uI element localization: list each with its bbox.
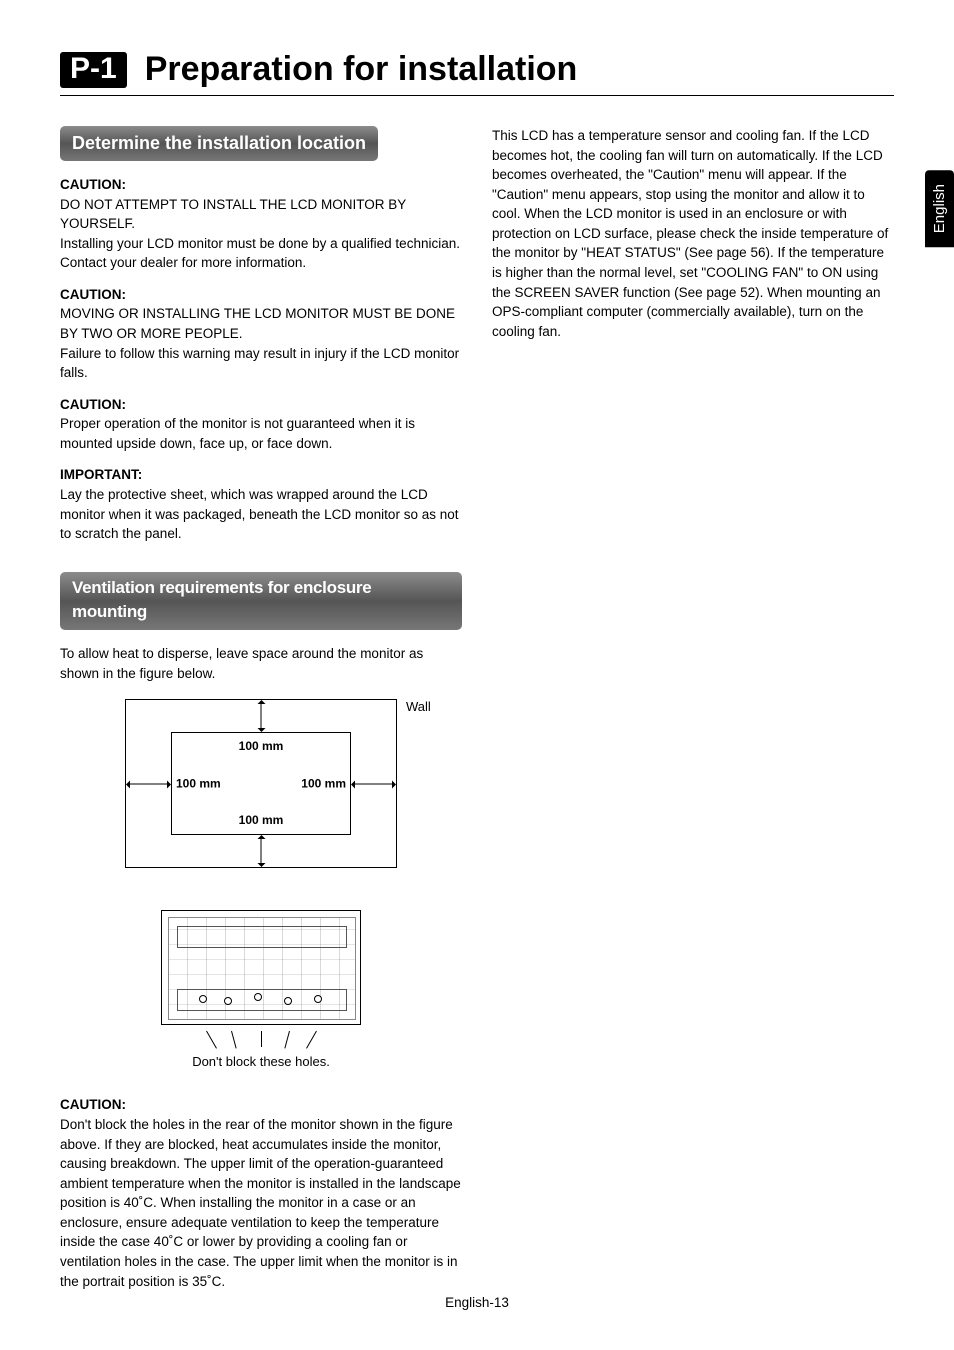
caution-text: Don't block the holes in the rear of the… (60, 1115, 462, 1291)
section2-intro: To allow heat to disperse, leave space a… (60, 644, 462, 683)
dimension-arrow-icon (352, 783, 395, 784)
left-column: Determine the installation location CAUT… (60, 126, 462, 1303)
caution-text: DO NOT ATTEMPT TO INSTALL THE LCD MONITO… (60, 195, 462, 234)
section-heading-2: Ventilation requirements for enclosure m… (60, 572, 462, 630)
clearance-box: Wall 100 mm 100 mm 100 mm 100 mm (125, 699, 397, 868)
caution-label: CAUTION: (60, 285, 462, 305)
chapter-title: Preparation for installation (145, 50, 578, 89)
chapter-code: P-1 (60, 52, 127, 88)
chapter-header: P-1 Preparation for installation (60, 50, 894, 96)
caution-block-2: CAUTION: MOVING OR INSTALLING THE LCD MO… (60, 285, 462, 383)
caution-block-3: CAUTION: Proper operation of the monitor… (60, 395, 462, 454)
language-tab: English (925, 170, 954, 247)
wall-label: Wall (406, 698, 431, 717)
page-footer: English-13 (0, 1295, 954, 1310)
important-block: IMPORTANT: Lay the protective sheet, whi… (60, 465, 462, 543)
important-label: IMPORTANT: (60, 465, 462, 485)
temperature-info-text: This LCD has a temperature sensor and co… (492, 126, 894, 341)
page: English P-1 Preparation for installation… (0, 0, 954, 1350)
pointer-lines (161, 1031, 361, 1053)
section-heading-1: Determine the installation location (60, 126, 378, 161)
dimension-arrow-icon (261, 836, 262, 866)
dimension-top: 100 mm (239, 738, 284, 755)
caution-text: Failure to follow this warning may resul… (60, 344, 462, 383)
rear-view-figure: Don't block these holes. (60, 910, 462, 1072)
caution-text: Installing your LCD monitor must be done… (60, 234, 462, 273)
dimension-arrow-icon (261, 701, 262, 731)
caution-block-1: CAUTION: DO NOT ATTEMPT TO INSTALL THE L… (60, 175, 462, 273)
dimension-arrow-icon (127, 783, 170, 784)
dimension-bottom: 100 mm (239, 812, 284, 829)
caution-label: CAUTION: (60, 1095, 462, 1115)
important-text: Lay the protective sheet, which was wrap… (60, 485, 462, 544)
monitor-rear-view (161, 910, 361, 1025)
caution-text: MOVING OR INSTALLING THE LCD MONITOR MUS… (60, 304, 462, 343)
right-column: This LCD has a temperature sensor and co… (492, 126, 894, 1303)
caution-label: CAUTION: (60, 175, 462, 195)
caution-block-ventilation: CAUTION: Don't block the holes in the re… (60, 1095, 462, 1291)
holes-caption: Don't block these holes. (60, 1053, 462, 1072)
caution-label: CAUTION: (60, 395, 462, 415)
dimension-left: 100 mm (176, 775, 221, 792)
dimension-right: 100 mm (301, 775, 346, 792)
clearance-figure: Wall 100 mm 100 mm 100 mm 100 mm (60, 699, 462, 894)
content-columns: Determine the installation location CAUT… (60, 126, 894, 1303)
caution-text: Proper operation of the monitor is not g… (60, 414, 462, 453)
